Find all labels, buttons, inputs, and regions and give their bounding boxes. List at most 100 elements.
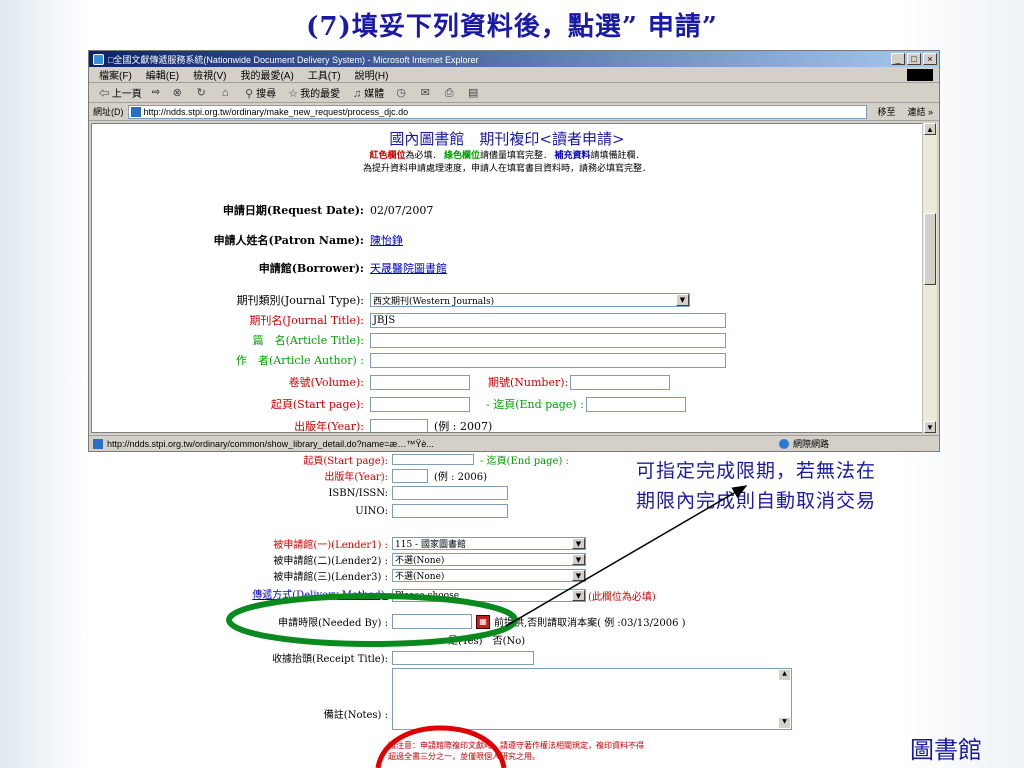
scroll-thumb[interactable] [924, 213, 936, 285]
vertical-scrollbar[interactable]: ▲ ▼ [922, 123, 937, 433]
borrower-label: 申請館(Borrower): [258, 262, 364, 275]
uino-input[interactable] [392, 504, 508, 518]
article-author-input[interactable] [370, 352, 726, 368]
mail-icon[interactable]: ✉ [418, 86, 432, 100]
note-a: 為必填． [405, 150, 442, 160]
journal-type-value: 西文期刊(Western Journals) [373, 296, 495, 307]
footer-library-text: 圖書館 [910, 736, 982, 764]
back-button[interactable]: ⇦ 上一頁 [99, 85, 142, 100]
lender1-label: 被申請館(一)(Lender1) : [273, 540, 388, 551]
forward-button[interactable]: ⇨ [152, 87, 160, 98]
menu-favorites[interactable]: 我的最愛(A) [240, 67, 293, 82]
address-url: http://ndds.stpi.org.tw/ordinary/make_ne… [143, 106, 409, 117]
globe-icon [779, 438, 789, 449]
number-label: 期號(Number): [488, 376, 569, 389]
menu-help[interactable]: 說明(H) [355, 67, 389, 82]
yes-no-options[interactable]: 是(Yes) 否(No) [448, 632, 525, 647]
go-button[interactable]: 移至 [871, 105, 901, 118]
needed-by-input[interactable] [392, 614, 472, 629]
needed-by-label: 申請時限(Needed By) : [278, 618, 388, 629]
year-input[interactable] [370, 418, 428, 432]
refresh-icon[interactable]: ↻ [194, 86, 208, 100]
close-button[interactable]: × [923, 53, 937, 65]
borrower-link[interactable]: 天晟醫院圖書館 [370, 260, 447, 276]
volume-input[interactable] [370, 374, 470, 390]
p2-year-label: 出版年(Year): [324, 472, 388, 483]
p2-start-page-input[interactable] [392, 454, 474, 465]
copyright-warning-1: 請注意：申請館際複印文獻時，請遵守著作權法相關規定，複印資料不得 [388, 741, 644, 750]
journal-title-label: 期刊名(Journal Title): [249, 314, 364, 327]
end-page-input[interactable] [585, 396, 686, 412]
journal-title-input[interactable]: JBJS [370, 312, 726, 328]
lender1-select[interactable]: 115 - 國家圖書館 ▼ [392, 537, 586, 550]
address-bar: 網址(D) http://ndds.stpi.org.tw/ordinary/m… [89, 103, 939, 121]
needed-by-note: 前提供,否則請取消本案( 例 :03/13/2006 ) [494, 618, 686, 629]
menu-bar: 檔案(F) 編輯(E) 檢視(V) 我的最愛(A) 工具(T) 說明(H) [89, 67, 939, 83]
dropdown-arrow-icon: ▼ [572, 570, 585, 581]
scroll-up-icon[interactable]: ▲ [924, 123, 936, 135]
media-icon: ♫ [353, 87, 362, 100]
favorites-button[interactable]: ☆ 我的最愛 [286, 85, 340, 101]
annotation-line-2: 期限內完成則自動取消交易 [636, 490, 877, 512]
media-label: 媒體 [364, 88, 385, 100]
uino-label: UINO: [355, 505, 388, 517]
p2-year-input[interactable] [392, 468, 428, 483]
windows-logo-icon [907, 69, 933, 81]
form-heading: 國內圖書館 期刊複印<讀者申請> [389, 130, 625, 148]
search-label: 搜尋 [256, 88, 277, 100]
start-page-input[interactable] [370, 396, 470, 412]
links-button[interactable]: 連結 » [901, 105, 939, 118]
note-red: 紅色欄位 [369, 150, 406, 160]
lender2-value: 不選(None) [395, 556, 445, 566]
print-icon[interactable]: ⎙ [442, 86, 456, 100]
notes-label: 備註(Notes) : [323, 710, 388, 721]
p2-start-page-label: 起頁(Start page): [303, 456, 388, 467]
notes-textarea[interactable]: ▲ ▼ [392, 668, 792, 730]
menu-file[interactable]: 檔案(F) [99, 67, 132, 82]
search-button[interactable]: ⚲ 搜尋 [242, 85, 276, 101]
menu-view[interactable]: 檢視(V) [193, 67, 226, 82]
status-zone-label: 網際網路 [793, 439, 830, 449]
lender2-select[interactable]: 不選(None) ▼ [392, 553, 586, 566]
address-input[interactable]: http://ndds.stpi.org.tw/ordinary/make_ne… [127, 104, 868, 119]
isbn-input[interactable] [392, 486, 508, 500]
patron-label: 申請人姓名(Patron Name): [213, 233, 364, 247]
scroll-down-icon[interactable]: ▼ [779, 718, 790, 728]
favorites-label: 我的最愛 [300, 88, 341, 100]
journal-title-value: JBJS [373, 314, 396, 326]
ie-icon [93, 53, 104, 65]
history-icon[interactable]: ◷ [394, 86, 408, 100]
article-title-input[interactable] [370, 332, 726, 348]
dropdown-arrow-icon: ▼ [572, 590, 585, 601]
maximize-button[interactable]: □ [907, 53, 921, 65]
number-input[interactable] [570, 374, 671, 390]
stop-icon[interactable]: ⊗ [170, 86, 184, 100]
patron-link[interactable]: 陳怡錚 [370, 232, 403, 248]
calendar-icon[interactable]: ▦ [476, 614, 490, 629]
media-button[interactable]: ♫ 媒體 [350, 85, 384, 101]
minimize-button[interactable]: _ [891, 53, 905, 65]
window-titlebar: □全國文獻傳遞服務系統(Nationwide Document Delivery… [89, 51, 939, 67]
scroll-up-icon[interactable]: ▲ [779, 670, 790, 680]
journal-type-label: 期刊類別(Journal Type): [236, 294, 364, 307]
start-page-label: 起頁(Start page): [270, 398, 364, 411]
lender2-label: 被申請館(二)(Lender2) : [273, 556, 388, 567]
menu-tools[interactable]: 工具(T) [308, 67, 341, 82]
delivery-select[interactable]: Please choose ▼ [392, 589, 586, 602]
journal-type-select[interactable]: 西文期刊(Western Journals) ▼ [370, 293, 690, 307]
status-zone: 網際網路 [779, 437, 939, 450]
slide-title: (7)填妥下列資料後，點選” 申請” [306, 12, 718, 42]
lender3-select[interactable]: 不選(None) ▼ [392, 569, 586, 582]
lender3-label: 被申請館(三)(Lender3) : [273, 572, 388, 583]
note-c: 請填備註欄． [590, 150, 645, 160]
home-icon[interactable]: ⌂ [218, 86, 232, 100]
scroll-down-icon[interactable]: ▼ [924, 421, 936, 433]
receipt-title-input[interactable] [392, 650, 534, 665]
edit-icon[interactable]: ▤ [466, 86, 480, 100]
year-label: 出版年(Year): [294, 420, 364, 433]
note-green: 綠色欄位 [443, 150, 480, 160]
copyright-warning-2: 超過全書三分之一，並僅限個人研究之用。 [388, 752, 540, 761]
note-2: 為提升資料申請處理速度，申請人在填寫書目資料時，請務必填寫完整． [362, 163, 651, 173]
request-date-label: 申請日期(Request Date): [222, 204, 364, 217]
menu-edit[interactable]: 編輯(E) [146, 67, 179, 82]
